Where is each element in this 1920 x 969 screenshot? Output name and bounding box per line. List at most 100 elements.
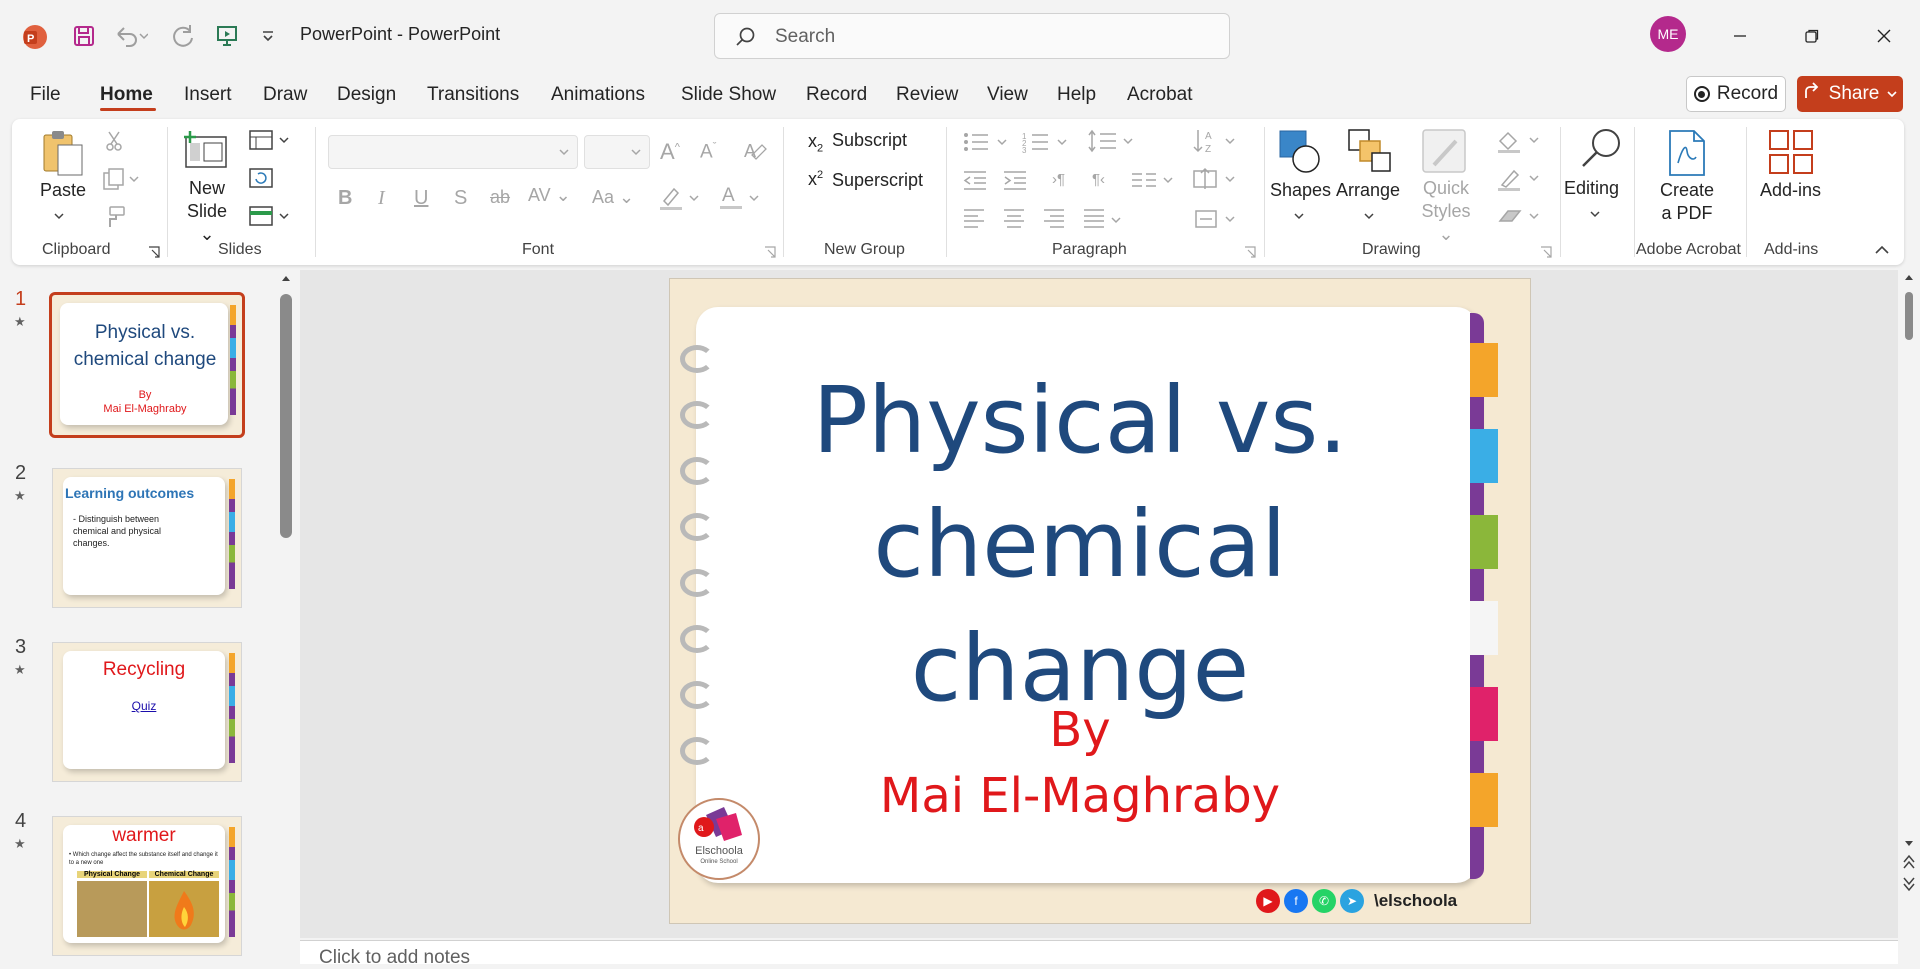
font-color-icon[interactable]: A xyxy=(718,183,764,216)
clear-formatting-icon[interactable]: A xyxy=(742,139,768,168)
align-right-icon[interactable] xyxy=(1042,207,1066,234)
section-icon[interactable] xyxy=(248,205,292,232)
avatar[interactable]: ME xyxy=(1650,16,1686,52)
magnifier-icon[interactable] xyxy=(1578,125,1626,178)
dialog-launcher-icon[interactable] xyxy=(764,245,776,263)
restore-icon[interactable] xyxy=(1792,18,1832,54)
save-icon[interactable] xyxy=(70,22,98,50)
shadow-icon[interactable]: S xyxy=(454,187,467,210)
customize-toolbar-icon[interactable] xyxy=(258,26,278,46)
subscript-button[interactable]: Subscript xyxy=(832,129,907,152)
copy-icon[interactable] xyxy=(102,167,142,196)
align-text-icon[interactable] xyxy=(1192,207,1244,236)
redo-icon[interactable] xyxy=(168,22,198,50)
add-ins-icon[interactable] xyxy=(1768,129,1814,180)
underline-icon[interactable]: U xyxy=(414,187,428,210)
tab-acrobat[interactable]: Acrobat xyxy=(1127,84,1192,106)
columns-icon[interactable] xyxy=(1130,169,1180,196)
quick-styles-button[interactable]: Quick Styles ⌄ xyxy=(1414,177,1478,246)
cut-icon[interactable] xyxy=(102,129,126,158)
tab-help[interactable]: Help xyxy=(1057,84,1096,106)
ltr-icon[interactable]: ›¶ xyxy=(1052,171,1065,188)
dialog-launcher-icon[interactable] xyxy=(1540,245,1552,263)
decrease-font-size-icon[interactable]: Aˇ xyxy=(700,141,716,163)
paste-icon[interactable] xyxy=(40,129,90,179)
tab-design[interactable]: Design xyxy=(337,84,396,106)
create-pdf-button[interactable]: Create a PDF xyxy=(1652,179,1722,225)
create-pdf-icon[interactable] xyxy=(1666,129,1708,182)
sort-icon[interactable]: AZ xyxy=(1192,127,1244,160)
tab-slide-show[interactable]: Slide Show xyxy=(681,84,776,106)
tab-review[interactable]: Review xyxy=(896,84,958,106)
reset-slide-icon[interactable] xyxy=(248,167,274,194)
numbering-icon[interactable]: 123 xyxy=(1022,131,1072,158)
current-slide[interactable]: Physical vs. chemical change By Mai El-M… xyxy=(669,278,1531,924)
collapse-ribbon-icon[interactable] xyxy=(1874,243,1890,261)
thumb-quiz-link[interactable]: Quiz xyxy=(63,699,225,713)
arrange-button[interactable]: Arrange xyxy=(1336,179,1400,202)
new-slide-button[interactable]: New Slide ⌄ xyxy=(182,177,232,246)
slide-thumbnail-4[interactable]: warmer • Which change affect the substan… xyxy=(52,816,242,956)
chevron-down-icon[interactable] xyxy=(1294,207,1304,225)
notes-pane[interactable]: Click to add notes xyxy=(300,940,1898,968)
tab-animations[interactable]: Animations xyxy=(551,84,645,106)
slide-subtitle[interactable]: By Mai El-Maghraby xyxy=(730,697,1430,829)
arrange-icon[interactable] xyxy=(1346,127,1394,180)
increase-font-size-icon[interactable]: A^ xyxy=(660,139,680,165)
layout-icon[interactable] xyxy=(248,129,292,156)
shape-effects-icon[interactable] xyxy=(1496,205,1544,234)
font-size-dropdown[interactable] xyxy=(584,135,650,169)
tab-home[interactable]: Home xyxy=(100,84,153,106)
align-center-icon[interactable] xyxy=(1002,207,1026,234)
dialog-launcher-icon[interactable] xyxy=(148,245,160,263)
slide-scrollbar[interactable] xyxy=(1898,270,1920,964)
slide-thumbnail-1[interactable]: Physical vs. chemical change By Mai El-M… xyxy=(49,292,245,438)
tab-insert[interactable]: Insert xyxy=(184,84,232,106)
line-spacing-icon[interactable] xyxy=(1088,129,1138,158)
change-case-icon[interactable]: Aa ⌄ xyxy=(592,187,634,208)
present-icon[interactable] xyxy=(212,22,242,50)
bullets-icon[interactable] xyxy=(962,131,1012,158)
strikethrough-icon[interactable]: ab xyxy=(490,187,510,208)
dialog-launcher-icon[interactable] xyxy=(1244,245,1256,263)
search-input[interactable]: Search xyxy=(775,26,835,48)
superscript-button[interactable]: Superscript xyxy=(832,169,923,192)
format-painter-icon[interactable] xyxy=(102,205,126,234)
rtl-icon[interactable]: ¶‹ xyxy=(1092,171,1105,188)
tab-draw[interactable]: Draw xyxy=(263,84,307,106)
font-name-dropdown[interactable] xyxy=(328,135,578,169)
italic-icon[interactable]: I xyxy=(378,187,385,210)
shapes-icon[interactable] xyxy=(1276,127,1324,180)
undo-icon[interactable] xyxy=(110,22,150,50)
add-ins-button[interactable]: Add-ins xyxy=(1760,179,1821,202)
increase-indent-icon[interactable] xyxy=(1002,169,1028,196)
superscript-icon[interactable]: x2 xyxy=(808,169,823,190)
justify-icon[interactable] xyxy=(1082,207,1128,234)
paste-button[interactable]: Paste xyxy=(40,179,86,202)
tab-transitions[interactable]: Transitions xyxy=(427,84,519,106)
tab-record[interactable]: Record xyxy=(806,84,867,106)
shape-fill-icon[interactable] xyxy=(1496,129,1544,158)
slide-thumbnail-3[interactable]: Recycling Quiz xyxy=(52,642,242,782)
search-box[interactable]: Search xyxy=(714,13,1230,59)
notes-placeholder[interactable]: Click to add notes xyxy=(319,947,470,969)
slide-thumbnail-2[interactable]: Learning outcomes - Distinguish between … xyxy=(52,468,242,608)
slide-title[interactable]: Physical vs. chemical change xyxy=(730,359,1430,731)
bold-icon[interactable]: B xyxy=(338,187,352,210)
tab-file[interactable]: File xyxy=(30,84,61,106)
editing-button[interactable]: Editing xyxy=(1564,177,1619,200)
text-direction-icon[interactable] xyxy=(1192,167,1244,196)
highlight-color-icon[interactable] xyxy=(658,185,704,216)
share-button[interactable]: Share xyxy=(1797,76,1903,112)
record-button[interactable]: Record xyxy=(1686,76,1786,112)
close-icon[interactable] xyxy=(1864,18,1904,54)
subscript-icon[interactable]: x2 xyxy=(808,131,823,155)
align-left-icon[interactable] xyxy=(962,207,986,234)
chevron-down-icon[interactable] xyxy=(1364,207,1374,225)
chevron-down-icon[interactable] xyxy=(54,207,64,225)
thumbnails-scrollbar[interactable] xyxy=(280,272,292,964)
minimize-icon[interactable] xyxy=(1720,18,1760,54)
shape-outline-icon[interactable] xyxy=(1496,167,1544,196)
new-slide-icon[interactable] xyxy=(182,129,228,174)
shapes-button[interactable]: Shapes xyxy=(1270,179,1331,202)
